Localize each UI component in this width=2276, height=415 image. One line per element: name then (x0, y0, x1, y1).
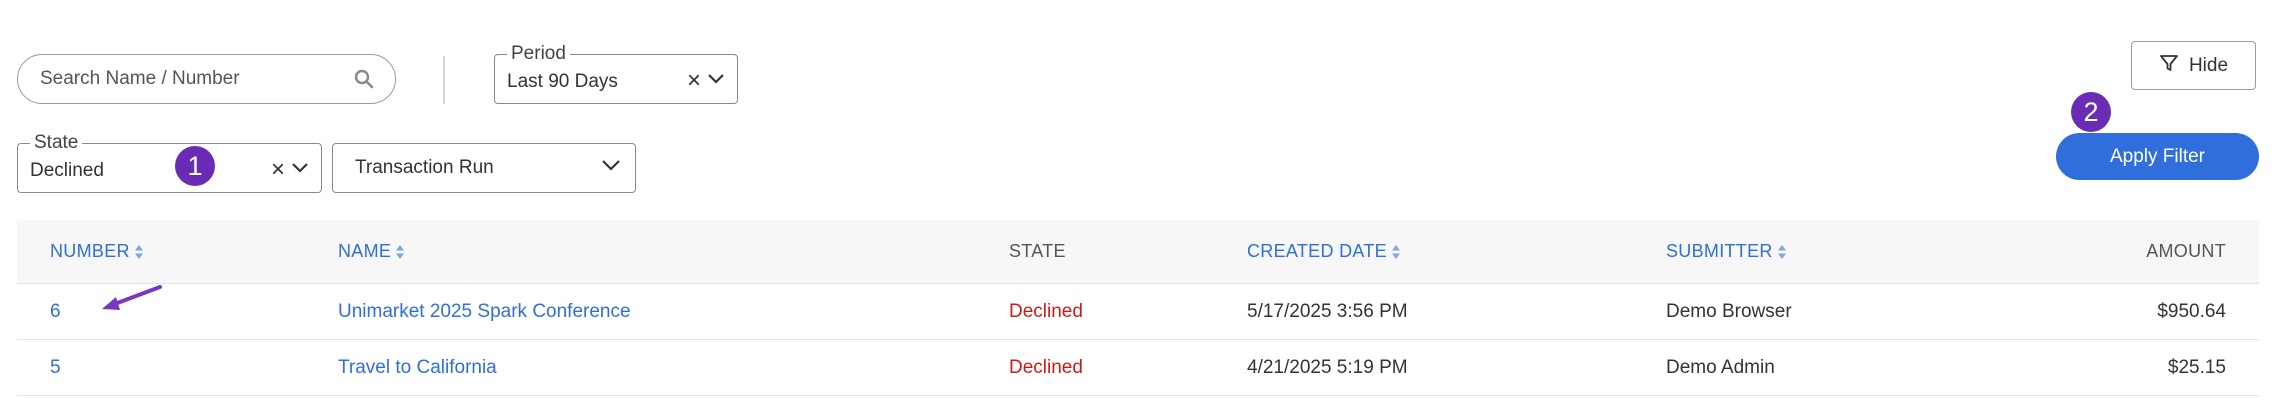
annotation-arrow-icon (102, 285, 162, 310)
sort-icon[interactable] (1391, 244, 1401, 260)
row-number-link[interactable]: 6 (50, 301, 61, 323)
column-submitter[interactable]: SUBMITTER (1666, 241, 1787, 262)
column-number[interactable]: NUMBER (50, 241, 144, 262)
table-header: NUMBER NAME STATE CREATED DATE SUBMITTER… (17, 220, 2259, 284)
transaction-run-select[interactable]: Transaction Run (332, 143, 636, 193)
clear-icon[interactable]: × (271, 158, 285, 182)
row-name-link[interactable]: Travel to California (338, 357, 497, 379)
vertical-divider (443, 56, 445, 104)
row-number-link[interactable]: 5 (50, 357, 61, 379)
status-badge: Declined (1009, 356, 1083, 378)
column-name[interactable]: NAME (338, 241, 405, 262)
row-created-date: 5/17/2025 3:56 PM (1247, 300, 1408, 322)
search-box[interactable] (17, 54, 396, 104)
table-row[interactable]: 6 Unimarket 2025 Spark Conference Declin… (17, 284, 2259, 340)
chevron-down-icon[interactable] (601, 159, 621, 177)
row-submitter: Demo Browser (1666, 300, 1792, 322)
chevron-down-icon[interactable] (291, 161, 309, 179)
filter-icon (2159, 53, 2179, 79)
row-amount: $950.64 (2157, 300, 2226, 322)
row-amount: $25.15 (2167, 356, 2226, 378)
hide-label: Hide (2188, 54, 2229, 76)
period-label: Period (507, 43, 570, 65)
state-label: State (30, 132, 83, 154)
hide-filters-button[interactable]: Hide (2131, 41, 2256, 90)
apply-filter-button[interactable]: Apply Filter (2056, 133, 2259, 180)
row-name-link[interactable]: Unimarket 2025 Spark Conference (338, 301, 631, 323)
state-value: Declined (30, 160, 104, 181)
table-row[interactable]: 5 Travel to California Declined 4/21/202… (17, 340, 2259, 396)
search-input[interactable] (40, 68, 353, 90)
state-select[interactable]: State Declined × (17, 132, 322, 193)
clear-icon[interactable]: × (687, 69, 701, 93)
chevron-down-icon[interactable] (707, 72, 725, 90)
row-submitter: Demo Admin (1666, 356, 1775, 378)
transactions-table: NUMBER NAME STATE CREATED DATE SUBMITTER… (17, 220, 2259, 396)
sort-icon[interactable] (395, 244, 405, 260)
step-badge-1: 1 (175, 146, 215, 186)
step-badge-2: 2 (2071, 92, 2111, 132)
column-state: STATE (1009, 241, 1066, 261)
transaction-run-value: Transaction Run (355, 157, 494, 178)
column-amount: AMOUNT (2146, 241, 2226, 261)
column-created-date[interactable]: CREATED DATE (1247, 241, 1401, 262)
sort-icon[interactable] (134, 244, 144, 260)
status-badge: Declined (1009, 300, 1083, 322)
period-value: Last 90 Days (507, 71, 618, 92)
sort-icon[interactable] (1777, 244, 1787, 260)
row-created-date: 4/21/2025 5:19 PM (1247, 356, 1408, 378)
search-icon[interactable] (353, 68, 375, 90)
period-select[interactable]: Period Last 90 Days × (494, 43, 738, 104)
